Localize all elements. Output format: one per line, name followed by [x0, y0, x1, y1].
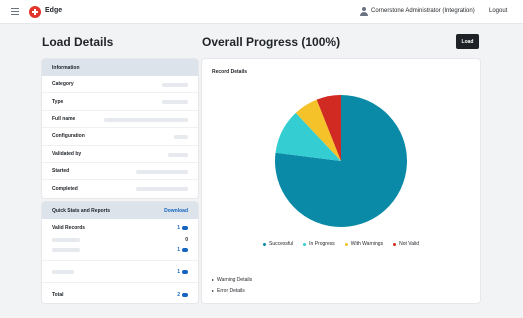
info-label: Started	[52, 168, 70, 175]
cloud-download-icon[interactable]	[182, 247, 188, 252]
valid-records-label: Valid Records	[52, 224, 86, 231]
info-row-type: Type	[42, 93, 198, 111]
legend-label: With Warnings	[350, 241, 384, 247]
load-button[interactable]: Load	[456, 34, 479, 49]
total-label: Total	[52, 291, 64, 298]
info-label: Configuration	[52, 133, 85, 140]
value-placeholder	[168, 152, 188, 157]
warning-details-label: Warning Details	[217, 277, 253, 283]
info-label: Category	[52, 81, 74, 88]
quick-stats-title: Quick Stats and Reports	[52, 207, 111, 214]
info-label: Validated by	[52, 150, 82, 157]
label-placeholder	[52, 269, 74, 274]
legend-label: Successful	[268, 241, 294, 247]
legend-label: In Progress	[309, 241, 335, 247]
stats-row: 1	[52, 267, 188, 276]
download-link[interactable]: Download	[164, 208, 188, 214]
info-row-category: Category	[42, 76, 198, 94]
warning-details-toggle[interactable]: Warning Details	[212, 277, 252, 283]
record-details-pie-chart	[275, 95, 407, 227]
label-placeholder	[52, 247, 80, 252]
valid-records-count[interactable]: 1	[177, 225, 188, 231]
cloud-download-icon[interactable]	[182, 225, 188, 230]
progress-title: Overall Progress (100%)	[202, 35, 341, 49]
edge-logo-icon	[29, 6, 41, 18]
stats-count[interactable]: 1	[177, 269, 188, 275]
quick-stats-card: Quick Stats and Reports Download Valid R…	[42, 202, 198, 303]
value-placeholder	[174, 135, 188, 140]
stats-row-valid-records: Valid Records 1	[52, 223, 188, 232]
legend-dot-icon	[344, 242, 348, 246]
value-placeholder	[104, 117, 188, 122]
hamburger-menu-icon[interactable]	[11, 8, 19, 15]
legend-item-successful[interactable]: Successful	[262, 241, 294, 247]
value-placeholder	[162, 100, 188, 105]
legend-dot-icon	[262, 242, 266, 246]
stats-row: 1	[52, 245, 188, 254]
caret-right-icon	[212, 290, 214, 292]
error-details-toggle[interactable]: Error Details	[212, 288, 245, 294]
quick-stats-header: Quick Stats and Reports Download	[42, 202, 198, 219]
stats-row-total: Total 2	[52, 290, 188, 299]
stats-count[interactable]: 1	[177, 247, 188, 253]
info-label: Full name	[52, 115, 76, 122]
value-placeholder	[136, 187, 188, 192]
cloud-download-icon[interactable]	[182, 292, 188, 297]
record-details-card: Record Details Successful In Progress With…	[202, 59, 480, 303]
info-row-configuration: Configuration	[42, 128, 198, 146]
legend-dot-icon	[393, 242, 397, 246]
cloud-download-icon[interactable]	[182, 269, 188, 274]
caret-right-icon	[212, 279, 214, 281]
info-row-validated-by: Validated by	[42, 146, 198, 163]
page-title: Load Details	[42, 35, 114, 49]
info-row-completed: Completed	[42, 180, 198, 197]
app-name: Edge	[45, 7, 63, 14]
top-bar: Edge Cornerstone Administrator (Integrat…	[0, 0, 523, 24]
legend-item-not-valid[interactable]: Not Valid	[393, 241, 419, 247]
info-label: Type	[52, 98, 64, 105]
chart-legend: Successful In Progress With Warnings Not Va…	[202, 241, 480, 247]
user-icon	[360, 7, 368, 16]
logout-link[interactable]: Logout	[489, 8, 507, 14]
stats-row: 0	[52, 235, 188, 244]
info-row-started: Started	[42, 163, 198, 181]
legend-item-with-warnings[interactable]: With Warnings	[344, 241, 384, 247]
divider	[42, 260, 198, 261]
error-details-label: Error Details	[217, 288, 245, 294]
stats-count: 0	[185, 236, 188, 243]
legend-label: Not Valid	[399, 241, 419, 247]
legend-dot-icon	[303, 242, 307, 246]
information-header: Information	[42, 59, 198, 76]
information-card: Information Category Type Full name Conf…	[42, 59, 198, 198]
info-label: Completed	[52, 186, 78, 193]
info-row-full-name: Full name	[42, 111, 198, 129]
value-placeholder	[136, 169, 188, 174]
user-name[interactable]: Cornerstone Administrator (Integration)	[371, 8, 475, 14]
label-placeholder	[52, 237, 80, 242]
total-count[interactable]: 2	[177, 292, 188, 298]
value-placeholder	[162, 83, 188, 87]
legend-item-in-progress[interactable]: In Progress	[303, 241, 335, 247]
divider	[42, 282, 198, 283]
